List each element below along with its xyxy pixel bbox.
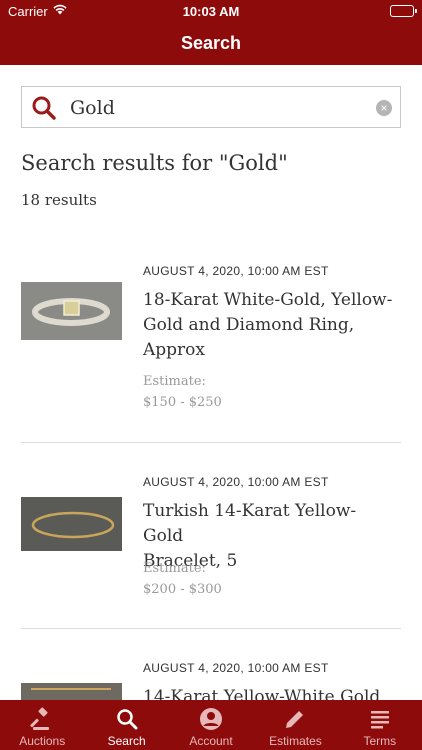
tab-label: Account xyxy=(189,734,233,748)
list-icon xyxy=(370,711,389,729)
tab-account[interactable]: Account xyxy=(169,700,253,750)
tab-label: Auctions xyxy=(19,734,66,748)
estimate-label: Estimate: xyxy=(143,374,206,389)
lot-title: 14-Karat Yellow-White Gold xyxy=(143,687,381,700)
estimate-value: $200 - $300 xyxy=(143,582,222,597)
lot-thumbnail xyxy=(21,282,122,340)
lot-thumbnail xyxy=(21,497,122,551)
list-item[interactable]: AUGUST 4, 2020, 10:00 AM EST 14-Karat Ye… xyxy=(21,659,401,700)
auction-date: AUGUST 4, 2020, 10:00 AM EST xyxy=(143,264,329,278)
tab-label: Search xyxy=(107,734,146,748)
tab-terms[interactable]: Terms xyxy=(338,700,422,750)
list-item[interactable]: AUGUST 4, 2020, 10:00 AM EST Turkish 14-… xyxy=(21,473,401,613)
estimate-label: Estimate: xyxy=(143,561,206,576)
auction-date: AUGUST 4, 2020, 10:00 AM EST xyxy=(143,661,329,675)
tab-bar: Auctions Search Account Estimates Terms xyxy=(0,700,422,750)
gavel-icon xyxy=(30,707,50,730)
search-icon xyxy=(116,709,138,730)
tab-estimates[interactable]: Estimates xyxy=(253,700,337,750)
tab-auctions[interactable]: Auctions xyxy=(0,700,84,750)
account-icon xyxy=(200,708,223,730)
search-icon xyxy=(32,96,56,120)
pencil-icon xyxy=(286,711,304,728)
divider xyxy=(21,442,401,443)
tab-search[interactable]: Search xyxy=(84,700,168,750)
results-heading: Search results for "Gold" xyxy=(21,151,288,175)
nav-bar: Search xyxy=(0,22,422,65)
status-bar: Carrier 10:03 AM xyxy=(0,0,422,22)
list-item[interactable]: AUGUST 4, 2020, 10:00 AM EST 18-Karat Wh… xyxy=(21,262,401,422)
page-title: Search xyxy=(180,33,242,53)
clock: 10:03 AM xyxy=(182,4,240,19)
clear-search-icon[interactable]: × xyxy=(376,100,392,116)
estimate-value: $150 - $250 xyxy=(143,395,222,410)
search-input[interactable] xyxy=(70,93,370,123)
auction-date: AUGUST 4, 2020, 10:00 AM EST xyxy=(143,475,329,489)
tab-label: Estimates xyxy=(269,734,322,748)
divider xyxy=(21,628,401,629)
battery-icon xyxy=(390,5,417,17)
lot-thumbnail xyxy=(21,683,122,700)
results-count: 18 results xyxy=(21,191,97,209)
search-bar[interactable]: × xyxy=(21,86,401,128)
lot-title: 18-Karat White-Gold, Yellow- Gold and Di… xyxy=(143,290,393,360)
tab-label: Terms xyxy=(363,734,397,748)
